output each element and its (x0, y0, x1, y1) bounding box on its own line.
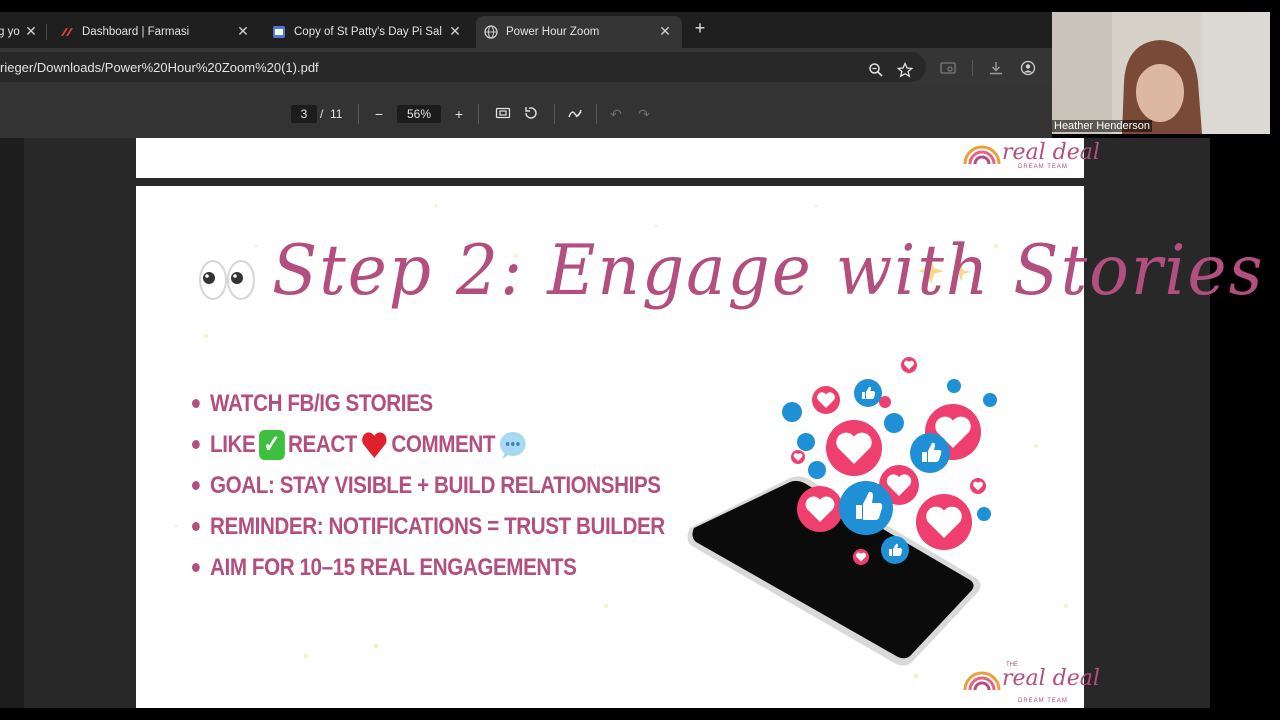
tab-close-icon[interactable]: ✕ (448, 24, 462, 38)
tab-close-icon[interactable]: ✕ (24, 24, 38, 38)
eyes-emoji-icon (199, 260, 255, 300)
logo-brand: real deal (1002, 666, 1100, 691)
bullet-text: WATCH FB/IG STORIES (210, 389, 433, 417)
cast-icon[interactable] (940, 60, 956, 76)
toolbar-divider (358, 104, 359, 124)
page-separator: / (320, 107, 324, 121)
previous-page: real deal DREAM TEAM (136, 138, 1100, 178)
slides-icon (272, 25, 286, 39)
fit-page-icon[interactable] (494, 105, 512, 123)
tab-4-active[interactable]: Power Hour Zoom ✕ (476, 16, 682, 48)
rainbow-logo-icon (963, 671, 1001, 691)
total-pages: 11 (330, 107, 343, 121)
bullet-text: REMINDER: NOTIFICATIONS = TRUST BUILDER (210, 512, 665, 540)
zoom-magnifier-icon[interactable] (868, 62, 884, 78)
bullet-item: GOAL: STAY VISIBLE + BUILD RELATIONSHIPS (192, 465, 665, 506)
page-number-input[interactable]: 3 (291, 105, 317, 123)
bullet-dot (192, 440, 200, 449)
bullet-dot (192, 563, 200, 572)
undo-icon[interactable]: ↶ (607, 105, 625, 123)
page-count: / 11 (320, 107, 342, 121)
tab-3[interactable]: Copy of St Patty's Day Pi Sale ✕ (264, 16, 472, 48)
zoom-out-icon[interactable]: − (370, 105, 388, 123)
redo-icon[interactable]: ↷ (635, 105, 653, 123)
red-heart-icon (362, 431, 387, 458)
tab-1[interactable]: g yo ✕ (0, 16, 46, 48)
tab-label: Copy of St Patty's Day Pi Sale (294, 26, 442, 38)
speech-bubble-icon (500, 431, 526, 459)
toolbar-divider (478, 104, 479, 124)
rotate-icon[interactable] (522, 105, 540, 123)
sidebar-gap (0, 138, 24, 710)
rainbow-logo-icon (963, 145, 1001, 165)
bullet-dot (192, 399, 200, 408)
profile-icon[interactable] (1020, 60, 1036, 76)
logo-subtitle: DREAM TEAM (1018, 698, 1068, 704)
toolbar-divider (554, 104, 555, 124)
logo-subtitle: DREAM TEAM (1018, 164, 1068, 170)
bullet-text: COMMENT (391, 430, 496, 458)
top-black-band (0, 0, 1280, 12)
extensions-area (926, 48, 1052, 87)
phone-reactions-illustration (687, 357, 997, 666)
bullet-text: GOAL: STAY VISIBLE + BUILD RELATIONSHIPS (210, 471, 661, 499)
zoom-level-input[interactable]: 56% (397, 105, 441, 123)
screen: { "browser": { "tabs": [ {"label": "g yo… (0, 0, 1280, 720)
slide-title: Step 2: Engage with Stories (272, 230, 1265, 311)
bookmark-star-icon[interactable] (896, 61, 914, 78)
farmasi-icon (60, 25, 74, 39)
participant-video-frame (1052, 12, 1270, 134)
tab-close-icon[interactable]: ✕ (236, 24, 250, 38)
right-black-area (1210, 138, 1280, 720)
bullet-item: REMINDER: NOTIFICATIONS = TRUST BUILDER (192, 506, 665, 547)
bullet-list: WATCH FB/IG STORIES LIKE ✓ REACT COMMENT… (192, 383, 742, 588)
bullet-text: LIKE (210, 430, 256, 458)
tab-label: Power Hour Zoom (506, 26, 600, 38)
annotate-pen-icon[interactable] (566, 105, 584, 123)
tab-label: g yo (0, 26, 20, 38)
url-text: rieger/Downloads/Power%20Hour%20Zoom%20(… (0, 60, 319, 75)
bullet-text: REACT (288, 430, 357, 458)
logo-brand: real deal (1002, 140, 1100, 165)
new-tab-icon[interactable]: + (690, 18, 710, 38)
tab-strip: g yo ✕ Dashboard | Farmasi ✕ Copy of St … (0, 12, 1052, 48)
bullet-dot (192, 522, 200, 531)
tab-close-icon[interactable]: ✕ (658, 24, 672, 38)
zoom-in-icon[interactable]: + (450, 105, 468, 123)
bullet-item: LIKE ✓ REACT COMMENT (192, 424, 665, 465)
webcam-video[interactable] (1052, 12, 1270, 134)
toolbar-divider (596, 104, 597, 124)
check-mark-icon: ✓ (258, 429, 285, 460)
participant-name: Heather Henderson (1052, 120, 1153, 132)
bottom-black-band (0, 708, 1280, 720)
real-deal-logo: THE real deal DREAM TEAM (962, 662, 1100, 704)
tab-divider (46, 24, 47, 40)
address-bar-row: rieger/Downloads/Power%20Hour%20Zoom%20(… (0, 48, 1052, 87)
toolbar-divider (972, 60, 973, 76)
bullet-dot (192, 481, 200, 490)
bullet-text: AIM FOR 10–15 REAL ENGAGEMENTS (210, 553, 577, 581)
download-icon[interactable] (988, 60, 1004, 76)
bullet-item: WATCH FB/IG STORIES (192, 383, 665, 424)
address-bar[interactable]: rieger/Downloads/Power%20Hour%20Zoom%20(… (0, 52, 926, 82)
bullet-item: AIM FOR 10–15 REAL ENGAGEMENTS (192, 547, 665, 588)
globe-icon (484, 25, 498, 39)
tab-2[interactable]: Dashboard | Farmasi ✕ (52, 16, 260, 48)
tab-label: Dashboard | Farmasi (82, 26, 190, 38)
real-deal-logo: real deal DREAM TEAM (962, 138, 1100, 178)
